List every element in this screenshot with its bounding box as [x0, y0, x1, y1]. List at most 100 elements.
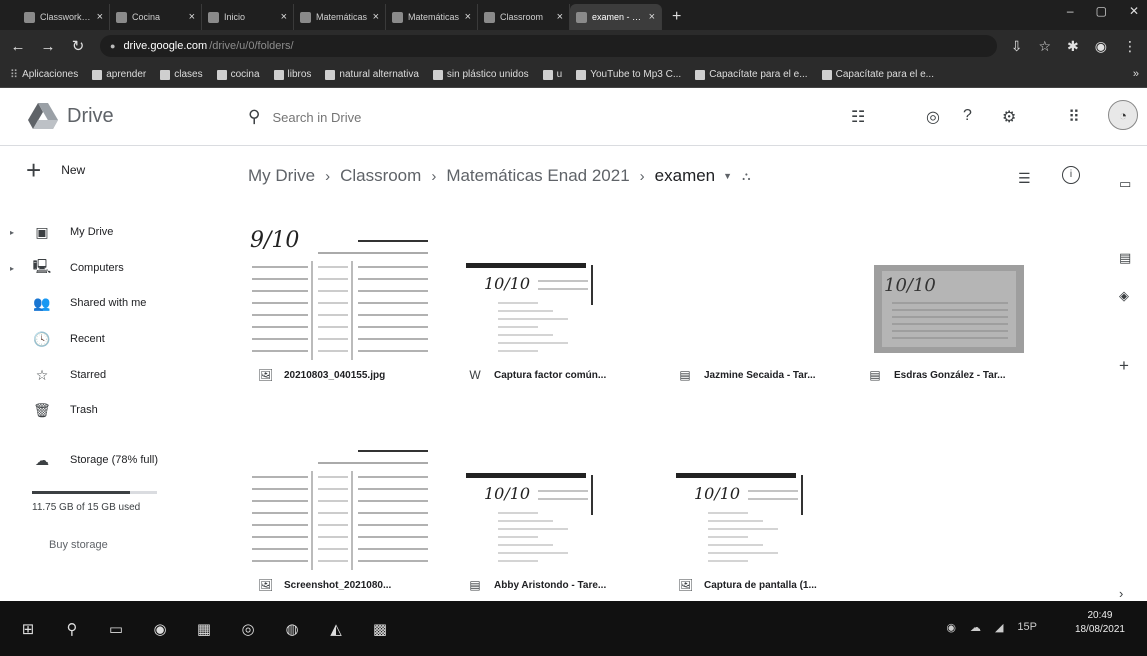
browser-menu-icon[interactable]: ⋮: [1123, 38, 1137, 55]
tab-close-icon[interactable]: ×: [281, 11, 287, 23]
bookmark-item[interactable]: u: [542, 69, 562, 80]
settings-gear-icon[interactable]: ⚙: [1002, 107, 1016, 127]
task-view-icon[interactable]: ▭: [106, 619, 126, 639]
bookmark-item[interactable]: sin plástico unidos: [432, 69, 529, 80]
maximize-icon[interactable]: ▢: [1096, 4, 1107, 18]
bookmark-item[interactable]: YouTube to Mp3 C...: [576, 69, 681, 80]
expand-caret-icon[interactable]: ▸: [0, 228, 20, 237]
browser-tab[interactable]: Classwork for ... ×: [18, 4, 110, 30]
whatsapp-icon[interactable]: ◎: [238, 619, 258, 639]
search-input[interactable]: [272, 109, 673, 125]
bookmark-item[interactable]: natural alternativa: [325, 69, 419, 80]
address-bar[interactable]: ● drive.google.com /drive/u/0/folders/: [100, 35, 997, 57]
file-thumbnail[interactable]: 10/10: [458, 205, 654, 360]
profile-icon[interactable]: ◉: [1095, 38, 1107, 55]
search-icon[interactable]: ⚲: [248, 107, 260, 127]
info-icon[interactable]: i: [1062, 166, 1080, 184]
browser-tab[interactable]: Inicio ×: [202, 4, 294, 30]
drive-logo-icon[interactable]: [28, 102, 58, 130]
sidebar-item[interactable]: ☁ Storage (78% full): [0, 446, 220, 474]
file-name-row[interactable]: ▤ Jazmine Secaida - Tar...: [678, 368, 815, 382]
sidebar-item[interactable]: 🗑 Trash: [0, 396, 220, 424]
volume-icon[interactable]: ◢: [995, 621, 1003, 634]
browser-tab[interactable]: Matemáticas ×: [386, 4, 478, 30]
browser-tab[interactable]: Cocina ×: [110, 4, 202, 30]
windows-start-icon[interactable]: ⊞: [18, 619, 38, 639]
clock[interactable]: 20:49 18/08/2021: [1075, 609, 1125, 637]
file-thumbnail[interactable]: 10/10: [858, 205, 1054, 360]
file-card[interactable]: 10/10 ▤ Abby Aristondo - Tare...: [458, 415, 654, 597]
drive-logo-text[interactable]: Drive: [67, 105, 114, 128]
file-thumbnail[interactable]: [668, 205, 864, 360]
file-card[interactable]: 9/10 🖼 20210803_040155.jpg: [248, 205, 444, 387]
extensions-icon[interactable]: ✱: [1067, 38, 1079, 55]
tab-close-icon[interactable]: ×: [557, 11, 563, 23]
file-card[interactable]: 10/10 W Captura factor común...: [458, 205, 654, 387]
search-taskbar-icon[interactable]: ⚲: [62, 619, 82, 639]
file-name-row[interactable]: ▤ Abby Aristondo - Tare...: [468, 578, 606, 592]
breadcrumb-item[interactable]: Matemáticas Enad 2021: [446, 166, 629, 186]
file-name-row[interactable]: ▤ Esdras González - Tar...: [868, 368, 1005, 382]
file-card[interactable]: 10/10 🖼 Captura de pantalla (1...: [668, 415, 864, 597]
minimize-icon[interactable]: –: [1067, 4, 1074, 18]
expand-panel-icon[interactable]: ›: [1119, 586, 1123, 601]
file-name-row[interactable]: 🖼 Captura de pantalla (1...: [678, 578, 817, 592]
tab-close-icon[interactable]: ×: [189, 11, 195, 23]
photos-icon[interactable]: ▩: [370, 619, 390, 639]
file-name-row[interactable]: 🖼 20210803_040155.jpg: [258, 368, 385, 382]
app-icon[interactable]: ◭: [326, 619, 346, 639]
breadcrumb-item[interactable]: Classroom: [340, 166, 421, 186]
expand-caret-icon[interactable]: ▸: [0, 264, 20, 273]
file-card[interactable]: 10/10 ▤ Esdras González - Tar...: [858, 205, 1054, 387]
file-thumbnail[interactable]: [248, 415, 444, 570]
install-icon[interactable]: ⇩: [1011, 38, 1023, 55]
bookmark-item[interactable]: cocina: [216, 69, 260, 80]
bookmark-star-icon[interactable]: ☆: [1038, 38, 1051, 55]
file-card[interactable]: ▤ Jazmine Secaida - Tar...: [668, 205, 864, 387]
sidebar-item[interactable]: 👥 Shared with me: [0, 289, 220, 317]
tab-close-icon[interactable]: ×: [373, 11, 379, 23]
account-avatar[interactable]: ◔: [1108, 100, 1138, 130]
sidebar-item[interactable]: ☆ Starred: [0, 361, 220, 389]
tab-close-icon[interactable]: ×: [465, 11, 471, 23]
calendar-icon[interactable]: ▭: [1119, 176, 1131, 192]
file-thumbnail[interactable]: 9/10: [248, 205, 444, 360]
more-bookmarks-icon[interactable]: »: [1133, 68, 1139, 80]
file-thumbnail[interactable]: 10/10: [458, 415, 654, 570]
add-addon-icon[interactable]: +: [1119, 356, 1129, 376]
tab-close-icon[interactable]: ×: [649, 11, 655, 23]
bookmark-item[interactable]: Capacítate para el e...: [821, 69, 934, 80]
bookmark-item[interactable]: Capacítate para el e...: [695, 69, 808, 80]
browser-icon[interactable]: ◍: [282, 619, 302, 639]
sidebar-item[interactable]: 🕓 Recent: [0, 325, 220, 353]
file-thumbnail[interactable]: 10/10: [668, 415, 864, 570]
back-icon[interactable]: ←: [10, 38, 26, 55]
close-window-icon[interactable]: ✕: [1129, 4, 1139, 18]
browser-tab[interactable]: examen - Goo ×: [570, 4, 662, 30]
offline-status-icon[interactable]: ◎: [926, 107, 940, 127]
reload-icon[interactable]: ↻: [70, 37, 86, 55]
keep-icon[interactable]: ▤: [1119, 250, 1131, 266]
cloud-tray-icon[interactable]: ☁: [970, 621, 981, 634]
file-name-row[interactable]: 🖼 Screenshot_2021080...: [258, 578, 391, 592]
browser-tab[interactable]: Classroom ×: [478, 4, 570, 30]
folder-dropdown-icon[interactable]: ▼: [723, 171, 732, 181]
file-name-row[interactable]: W Captura factor común...: [468, 368, 606, 382]
tab-close-icon[interactable]: ×: [97, 11, 103, 23]
chrome-icon[interactable]: ◉: [150, 619, 170, 639]
search-options-icon[interactable]: ☷: [851, 107, 865, 127]
bookmark-item[interactable]: libros: [273, 69, 311, 80]
breadcrumb-current[interactable]: examen: [655, 166, 715, 186]
sidebar-item[interactable]: ▸ ▣ My Drive: [0, 218, 220, 246]
browser-tab[interactable]: Matemáticas ×: [294, 4, 386, 30]
breadcrumb-item[interactable]: My Drive: [248, 166, 315, 186]
help-icon[interactable]: ?: [963, 107, 972, 125]
tasks-icon[interactable]: ◈: [1119, 288, 1129, 304]
file-card[interactable]: 🖼 Screenshot_2021080...: [248, 415, 444, 597]
bookmark-apps[interactable]: ⠿ Aplicaciones: [10, 68, 78, 81]
buy-storage-link[interactable]: Buy storage: [49, 539, 108, 551]
forward-icon[interactable]: →: [40, 38, 56, 55]
bookmark-item[interactable]: clases: [160, 69, 203, 80]
list-view-icon[interactable]: ☰: [1018, 170, 1031, 187]
search-box[interactable]: ⚲: [248, 99, 808, 135]
